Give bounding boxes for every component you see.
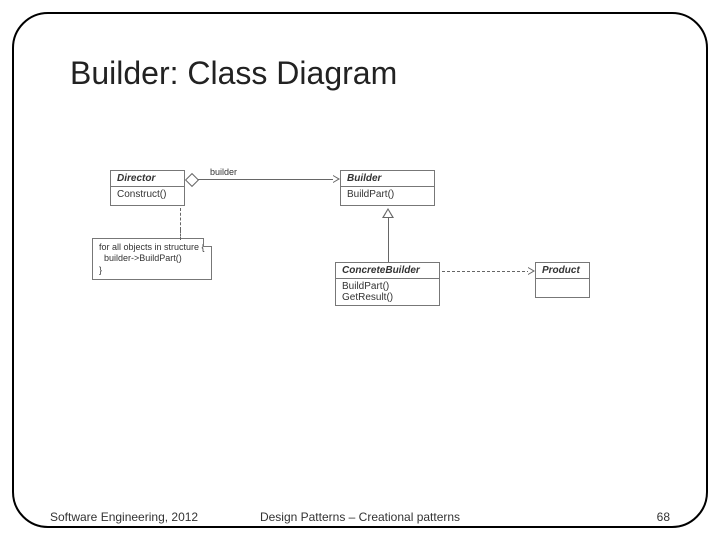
aggregation-diamond-icon	[185, 173, 199, 187]
uml-class-ops: BuildPart() GetResult()	[335, 279, 440, 306]
uml-class-director: Director Construct()	[110, 170, 185, 206]
uml-class-name: ConcreteBuilder	[335, 262, 440, 279]
uml-class-ops	[535, 279, 590, 298]
uml-class-name: Director	[110, 170, 185, 187]
inheritance-triangle-icon	[382, 208, 394, 218]
uml-op: BuildPart()	[342, 281, 433, 292]
class-diagram: Director Construct() Builder BuildPart()…	[110, 170, 590, 360]
note-anchor-line	[180, 230, 182, 240]
assoc-label: builder	[210, 167, 237, 177]
footer-right: 68	[657, 510, 670, 524]
uml-class-name: Builder	[340, 170, 435, 187]
uml-op: GetResult()	[342, 292, 433, 303]
uml-class-ops: Construct()	[110, 187, 185, 206]
uml-class-builder: Builder BuildPart()	[340, 170, 435, 206]
uml-class-name: Product	[535, 262, 590, 279]
uml-note: for all objects in structure { builder->…	[92, 238, 212, 280]
arrow-right-icon	[333, 175, 340, 183]
uml-class-product: Product	[535, 262, 590, 298]
inherit-line	[388, 218, 389, 262]
note-anchor-line	[180, 208, 181, 230]
footer-center: Design Patterns – Creational patterns	[0, 510, 720, 524]
uml-class-ops: BuildPart()	[340, 187, 435, 206]
uml-class-concretebuilder: ConcreteBuilder BuildPart() GetResult()	[335, 262, 440, 306]
arrow-right-icon	[528, 267, 535, 275]
slide-title: Builder: Class Diagram	[70, 55, 397, 92]
slide: Builder: Class Diagram Director Construc…	[0, 0, 720, 540]
dependency-line	[442, 271, 530, 272]
assoc-line	[198, 179, 333, 180]
